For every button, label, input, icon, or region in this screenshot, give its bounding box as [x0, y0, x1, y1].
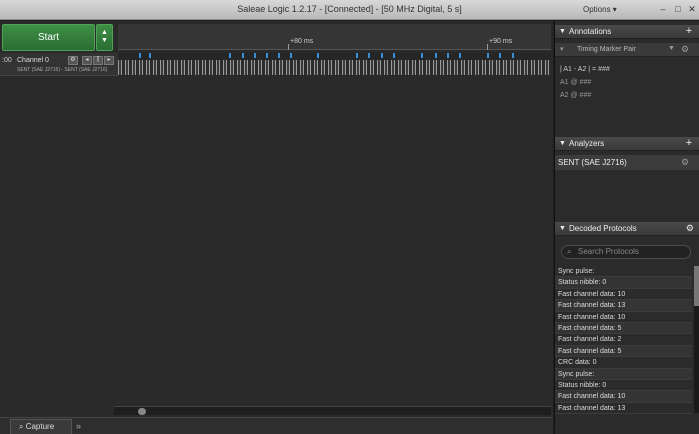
trigger-icon[interactable]: ⫿	[93, 56, 103, 65]
gear-icon[interactable]: ⚙	[686, 222, 694, 235]
channel-name[interactable]: Channel 0	[17, 57, 49, 64]
list-item[interactable]: Fast channel data: 13	[555, 300, 692, 312]
list-item[interactable]: Sync pulse:	[555, 266, 692, 278]
list-item[interactable]: Fast channel data: 5	[555, 345, 692, 358]
protocol-marker	[290, 53, 292, 58]
timing-marker-row[interactable]: ▾ Timing Marker Pair ▼ ⚙	[555, 43, 699, 57]
decoded-protocols-list[interactable]: Sync pulse: Status nibble: 0 Fast channe…	[555, 266, 692, 415]
close-icon[interactable]: ✕	[684, 3, 699, 16]
list-item[interactable]: Fast channel data: 2	[555, 334, 692, 346]
ruler-tick	[288, 44, 289, 50]
collapse-triangle-icon[interactable]: ▼	[559, 222, 566, 235]
protocol-marker	[421, 53, 423, 58]
gear-icon[interactable]: ⚙	[68, 56, 78, 65]
waveform-area[interactable]	[118, 53, 551, 76]
decoded-protocols-header[interactable]: ▼ Decoded Protocols ⚙	[555, 222, 699, 236]
search-placeholder: Search Protocols	[578, 247, 639, 256]
channel-number: :00	[2, 57, 12, 64]
protocol-marker	[381, 53, 383, 58]
protocol-marker	[435, 53, 437, 58]
time-ruler[interactable]: +80 ms +90 ms	[118, 24, 551, 50]
list-item[interactable]: Fast channel data: 13	[555, 403, 692, 415]
more-tabs-icon[interactable]: »	[76, 421, 81, 431]
analyzers-title: Analyzers	[569, 139, 605, 148]
options-menu[interactable]: Options ▾	[583, 5, 617, 14]
protocol-marker	[317, 53, 319, 58]
gear-icon[interactable]: ⚙	[681, 155, 689, 170]
analyzer-name: SENT (SAE J2716)	[558, 158, 627, 167]
protocol-marker	[487, 53, 489, 58]
pin-icon: ▾	[560, 46, 564, 53]
annotation-line: A1 @ ###	[560, 79, 592, 86]
protocol-marker	[266, 53, 268, 58]
protocol-markers	[118, 53, 551, 59]
protocol-marker	[393, 53, 395, 58]
search-icon: ⌕	[567, 247, 572, 256]
protocol-marker	[356, 53, 358, 58]
protocol-marker	[499, 53, 501, 58]
annotations-title: Annotations	[569, 27, 612, 36]
protocol-marker	[447, 53, 449, 58]
start-button[interactable]: Start	[2, 24, 95, 51]
protocol-marker	[242, 53, 244, 58]
capture-pane: Start ▲ ▼ +80 ms +90 ms :00 Channel 0 ⚙ ◂…	[0, 21, 553, 434]
tab-capture[interactable]: ⌕ Capture	[10, 419, 72, 434]
protocol-marker	[512, 53, 514, 58]
channel-row[interactable]: :00 Channel 0 ⚙ ◂ ⫿ ▸ SENT (SAE J2716) -…	[0, 53, 118, 76]
search-protocols-input[interactable]: ⌕ Search Protocols	[561, 245, 691, 259]
chevron-left-icon[interactable]: ◂	[82, 56, 92, 65]
protocol-marker	[459, 53, 461, 58]
bottom-tab-bar: ⌕ Capture »	[0, 417, 553, 434]
chevron-right-icon[interactable]: ▸	[104, 56, 114, 65]
digital-waveform	[118, 60, 551, 75]
minimize-icon[interactable]: –	[655, 3, 671, 16]
annotations-header[interactable]: ▼ Annotations +	[555, 25, 699, 39]
protocol-marker	[368, 53, 370, 58]
list-item[interactable]: Status nibble: 0	[555, 380, 692, 392]
protocol-marker	[254, 53, 256, 58]
channel-analyzer-label: SENT (SAE J2716) - SENT (SAE J2716)	[17, 67, 108, 73]
protocol-marker	[139, 53, 141, 58]
protocol-marker	[278, 53, 280, 58]
list-item[interactable]: CRC data: 0	[555, 357, 692, 369]
list-item[interactable]: Fast channel data: 10	[555, 289, 692, 301]
analyzer-item[interactable]: SENT (SAE J2716) ⚙	[555, 155, 699, 170]
horizontal-scrollbar[interactable]	[114, 406, 551, 415]
title-bar: Saleae Logic 1.2.17 - [Connected] - [50 …	[0, 0, 699, 20]
list-item[interactable]: Sync pulse:	[555, 368, 692, 380]
add-annotation-icon[interactable]: +	[684, 25, 694, 38]
protocols-scrollbar[interactable]	[694, 266, 699, 413]
collapse-triangle-icon[interactable]: ▼	[559, 137, 566, 150]
search-icon: ⌕	[19, 422, 26, 431]
tab-capture-label: Capture	[25, 422, 55, 431]
annotation-line: | A1 - A2 | = ###	[560, 66, 610, 73]
ruler-label: +90 ms	[489, 38, 513, 45]
add-analyzer-icon[interactable]: +	[684, 137, 694, 150]
ruler-tick	[487, 44, 488, 50]
timing-marker-name: Timing Marker Pair	[577, 46, 636, 53]
list-item[interactable]: Status nibble: 0	[555, 277, 692, 289]
start-options-arrows-icon[interactable]: ▲ ▼	[96, 24, 113, 51]
protocol-marker	[149, 53, 151, 58]
scrollbar-thumb[interactable]	[138, 408, 146, 415]
list-item[interactable]: Fast channel data: 10	[555, 312, 692, 323]
dropdown-arrow-icon[interactable]: ▼	[668, 45, 675, 52]
list-item[interactable]: Fast channel data: 5	[555, 322, 692, 335]
protocol-marker	[229, 53, 231, 58]
ruler-label: +80 ms	[290, 38, 314, 45]
decoded-protocols-title: Decoded Protocols	[569, 224, 637, 233]
empty-capture-area	[0, 77, 553, 405]
gear-icon[interactable]: ⚙	[681, 44, 689, 55]
collapse-triangle-icon[interactable]: ▼	[559, 25, 566, 38]
side-panel: ▼ Annotations + ▾ Timing Marker Pair ▼ ⚙…	[554, 21, 699, 434]
analyzers-header[interactable]: ▼ Analyzers +	[555, 137, 699, 151]
list-item[interactable]: Fast channel data: 10	[555, 391, 692, 403]
scrollbar-thumb[interactable]	[694, 266, 699, 306]
annotation-line: A2 @ ###	[560, 92, 592, 99]
